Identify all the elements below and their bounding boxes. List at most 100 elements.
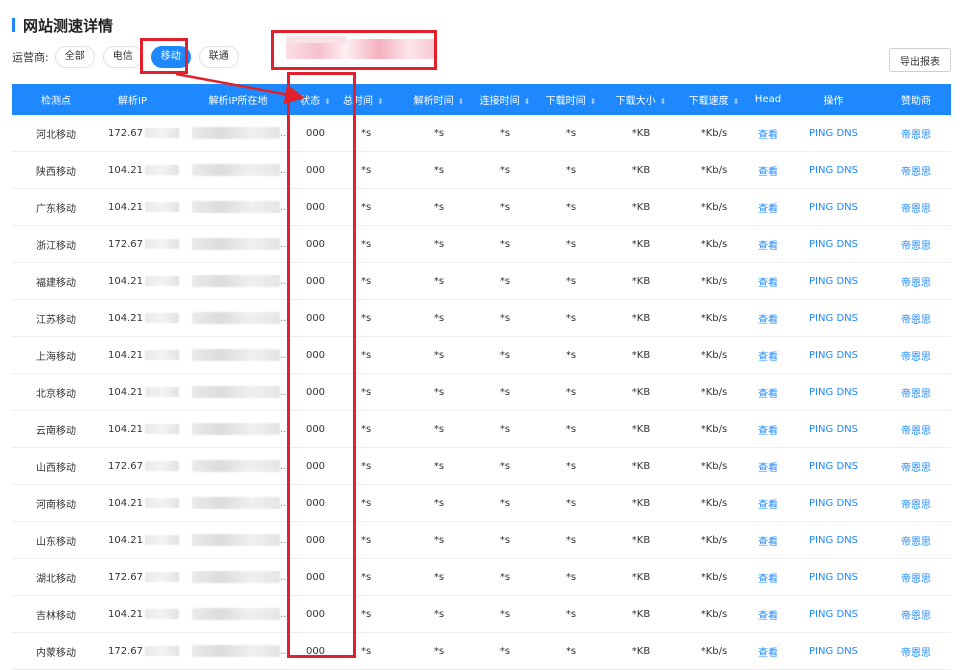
ellipsis: ..: [280, 350, 287, 361]
dns-link[interactable]: DNS: [836, 609, 858, 620]
redacted-ip-blur: [145, 201, 179, 212]
sort-icon[interactable]: ⬍: [324, 97, 331, 106]
cell-ip: 104.21: [100, 521, 188, 559]
head-view-link[interactable]: 查看: [758, 278, 778, 289]
col-download-time-header[interactable]: 下载时间 ⬍: [538, 84, 604, 115]
ping-link[interactable]: PING: [809, 572, 833, 583]
ip-prefix: 172.67: [108, 571, 143, 583]
ping-link[interactable]: PING: [809, 498, 833, 509]
sponsor-link[interactable]: 帝恩思: [901, 648, 931, 659]
cell-ip: 172.67: [100, 447, 188, 485]
head-view-link[interactable]: 查看: [758, 389, 778, 400]
filter-mobile-button[interactable]: 移动: [150, 46, 191, 68]
head-view-link[interactable]: 查看: [758, 574, 778, 585]
head-view-link[interactable]: 查看: [758, 130, 778, 141]
cell-total-time: *s: [343, 373, 406, 411]
col-resolve-time-header[interactable]: 解析时间 ⬍: [406, 84, 472, 115]
dns-link[interactable]: DNS: [836, 535, 858, 546]
sort-icon[interactable]: ⬍: [733, 97, 740, 106]
sponsor-link[interactable]: 帝恩思: [901, 537, 931, 548]
dns-link[interactable]: DNS: [836, 461, 858, 472]
head-view-link[interactable]: 查看: [758, 352, 778, 363]
dns-link[interactable]: DNS: [836, 313, 858, 324]
dns-link[interactable]: DNS: [836, 424, 858, 435]
head-view-link[interactable]: 查看: [758, 241, 778, 252]
sponsor-link[interactable]: 帝恩思: [901, 426, 931, 437]
ping-link[interactable]: PING: [809, 202, 833, 213]
sponsor-link[interactable]: 帝恩思: [901, 315, 931, 326]
cell-total-time: *s: [343, 188, 406, 226]
sponsor-link[interactable]: 帝恩思: [901, 574, 931, 585]
dns-link[interactable]: DNS: [836, 276, 858, 287]
page-title: 网站测速详情: [23, 16, 114, 35]
redacted-ip-blur: [145, 275, 179, 286]
head-view-link[interactable]: 查看: [758, 204, 778, 215]
sponsor-link[interactable]: 帝恩思: [901, 352, 931, 363]
sponsor-link[interactable]: 帝恩思: [901, 278, 931, 289]
sponsor-link[interactable]: 帝恩思: [901, 463, 931, 474]
dns-link[interactable]: DNS: [836, 202, 858, 213]
head-view-link[interactable]: 查看: [758, 426, 778, 437]
head-view-link[interactable]: 查看: [758, 648, 778, 659]
sponsor-link[interactable]: 帝恩思: [901, 204, 931, 215]
sort-icon[interactable]: ⬍: [524, 97, 531, 106]
sponsor-link[interactable]: 帝恩思: [901, 130, 931, 141]
ping-link[interactable]: PING: [809, 128, 833, 139]
col-download-speed-header[interactable]: 下载速度 ⬍: [678, 84, 750, 115]
ellipsis: ..: [280, 609, 287, 620]
sponsor-link[interactable]: 帝恩思: [901, 611, 931, 622]
dns-link[interactable]: DNS: [836, 239, 858, 250]
cell-node: 上海移动: [12, 336, 100, 374]
cell-actions: PING DNS: [786, 151, 881, 189]
sponsor-link[interactable]: 帝恩思: [901, 167, 931, 178]
redacted-location-blur: [192, 423, 280, 435]
dns-link[interactable]: DNS: [836, 165, 858, 176]
ping-link[interactable]: PING: [809, 239, 833, 250]
ping-link[interactable]: PING: [809, 276, 833, 287]
dns-link[interactable]: DNS: [836, 128, 858, 139]
ping-link[interactable]: PING: [809, 535, 833, 546]
ping-link[interactable]: PING: [809, 646, 833, 657]
ping-link[interactable]: PING: [809, 350, 833, 361]
col-connect-time-header[interactable]: 连接时间 ⬍: [472, 84, 538, 115]
dns-link[interactable]: DNS: [836, 572, 858, 583]
sponsor-link[interactable]: 帝恩思: [901, 241, 931, 252]
ping-link[interactable]: PING: [809, 424, 833, 435]
ping-link[interactable]: PING: [809, 165, 833, 176]
sort-icon[interactable]: ⬍: [377, 97, 384, 106]
table-row: 江苏移动 104.21.. 000 *s *s *s *s *KB *Kb/s 查看 PING DN…: [12, 299, 951, 337]
ping-link[interactable]: PING: [809, 609, 833, 620]
head-view-link[interactable]: 查看: [758, 167, 778, 178]
sponsor-link[interactable]: 帝恩思: [901, 389, 931, 400]
ellipsis: ..: [280, 165, 287, 176]
cell-download-speed: *Kb/s: [678, 188, 750, 226]
ping-link[interactable]: PING: [809, 387, 833, 398]
sort-icon[interactable]: ⬍: [590, 97, 597, 106]
filter-all-button[interactable]: 全部: [54, 46, 95, 68]
cell-download-time: *s: [538, 484, 604, 522]
head-view-link[interactable]: 查看: [758, 537, 778, 548]
head-view-link[interactable]: 查看: [758, 500, 778, 511]
sort-icon[interactable]: ⬍: [458, 97, 465, 106]
dns-link[interactable]: DNS: [836, 350, 858, 361]
dns-link[interactable]: DNS: [836, 498, 858, 509]
sponsor-link[interactable]: 帝恩思: [901, 500, 931, 511]
head-view-link[interactable]: 查看: [758, 611, 778, 622]
ping-link[interactable]: PING: [809, 461, 833, 472]
sort-icon[interactable]: ⬍: [660, 97, 667, 106]
ping-link[interactable]: PING: [809, 313, 833, 324]
filter-telecom-button[interactable]: 电信: [102, 46, 143, 68]
head-view-link[interactable]: 查看: [758, 315, 778, 326]
url-input[interactable]: [286, 39, 440, 61]
head-view-link[interactable]: 查看: [758, 463, 778, 474]
cell-ip-location: ..: [188, 373, 288, 411]
dns-link[interactable]: DNS: [836, 646, 858, 657]
dns-link[interactable]: DNS: [836, 387, 858, 398]
cell-ip: 104.21: [100, 410, 188, 448]
export-report-button[interactable]: 导出报表: [889, 48, 951, 72]
col-total-time-header[interactable]: 总时间 ⬍: [343, 84, 406, 115]
col-download-size-header[interactable]: 下载大小 ⬍: [604, 84, 678, 115]
cell-actions: PING DNS: [786, 262, 881, 300]
col-status-header[interactable]: 状态 ⬍: [288, 84, 343, 115]
filter-unicom-button[interactable]: 联通: [198, 46, 239, 68]
